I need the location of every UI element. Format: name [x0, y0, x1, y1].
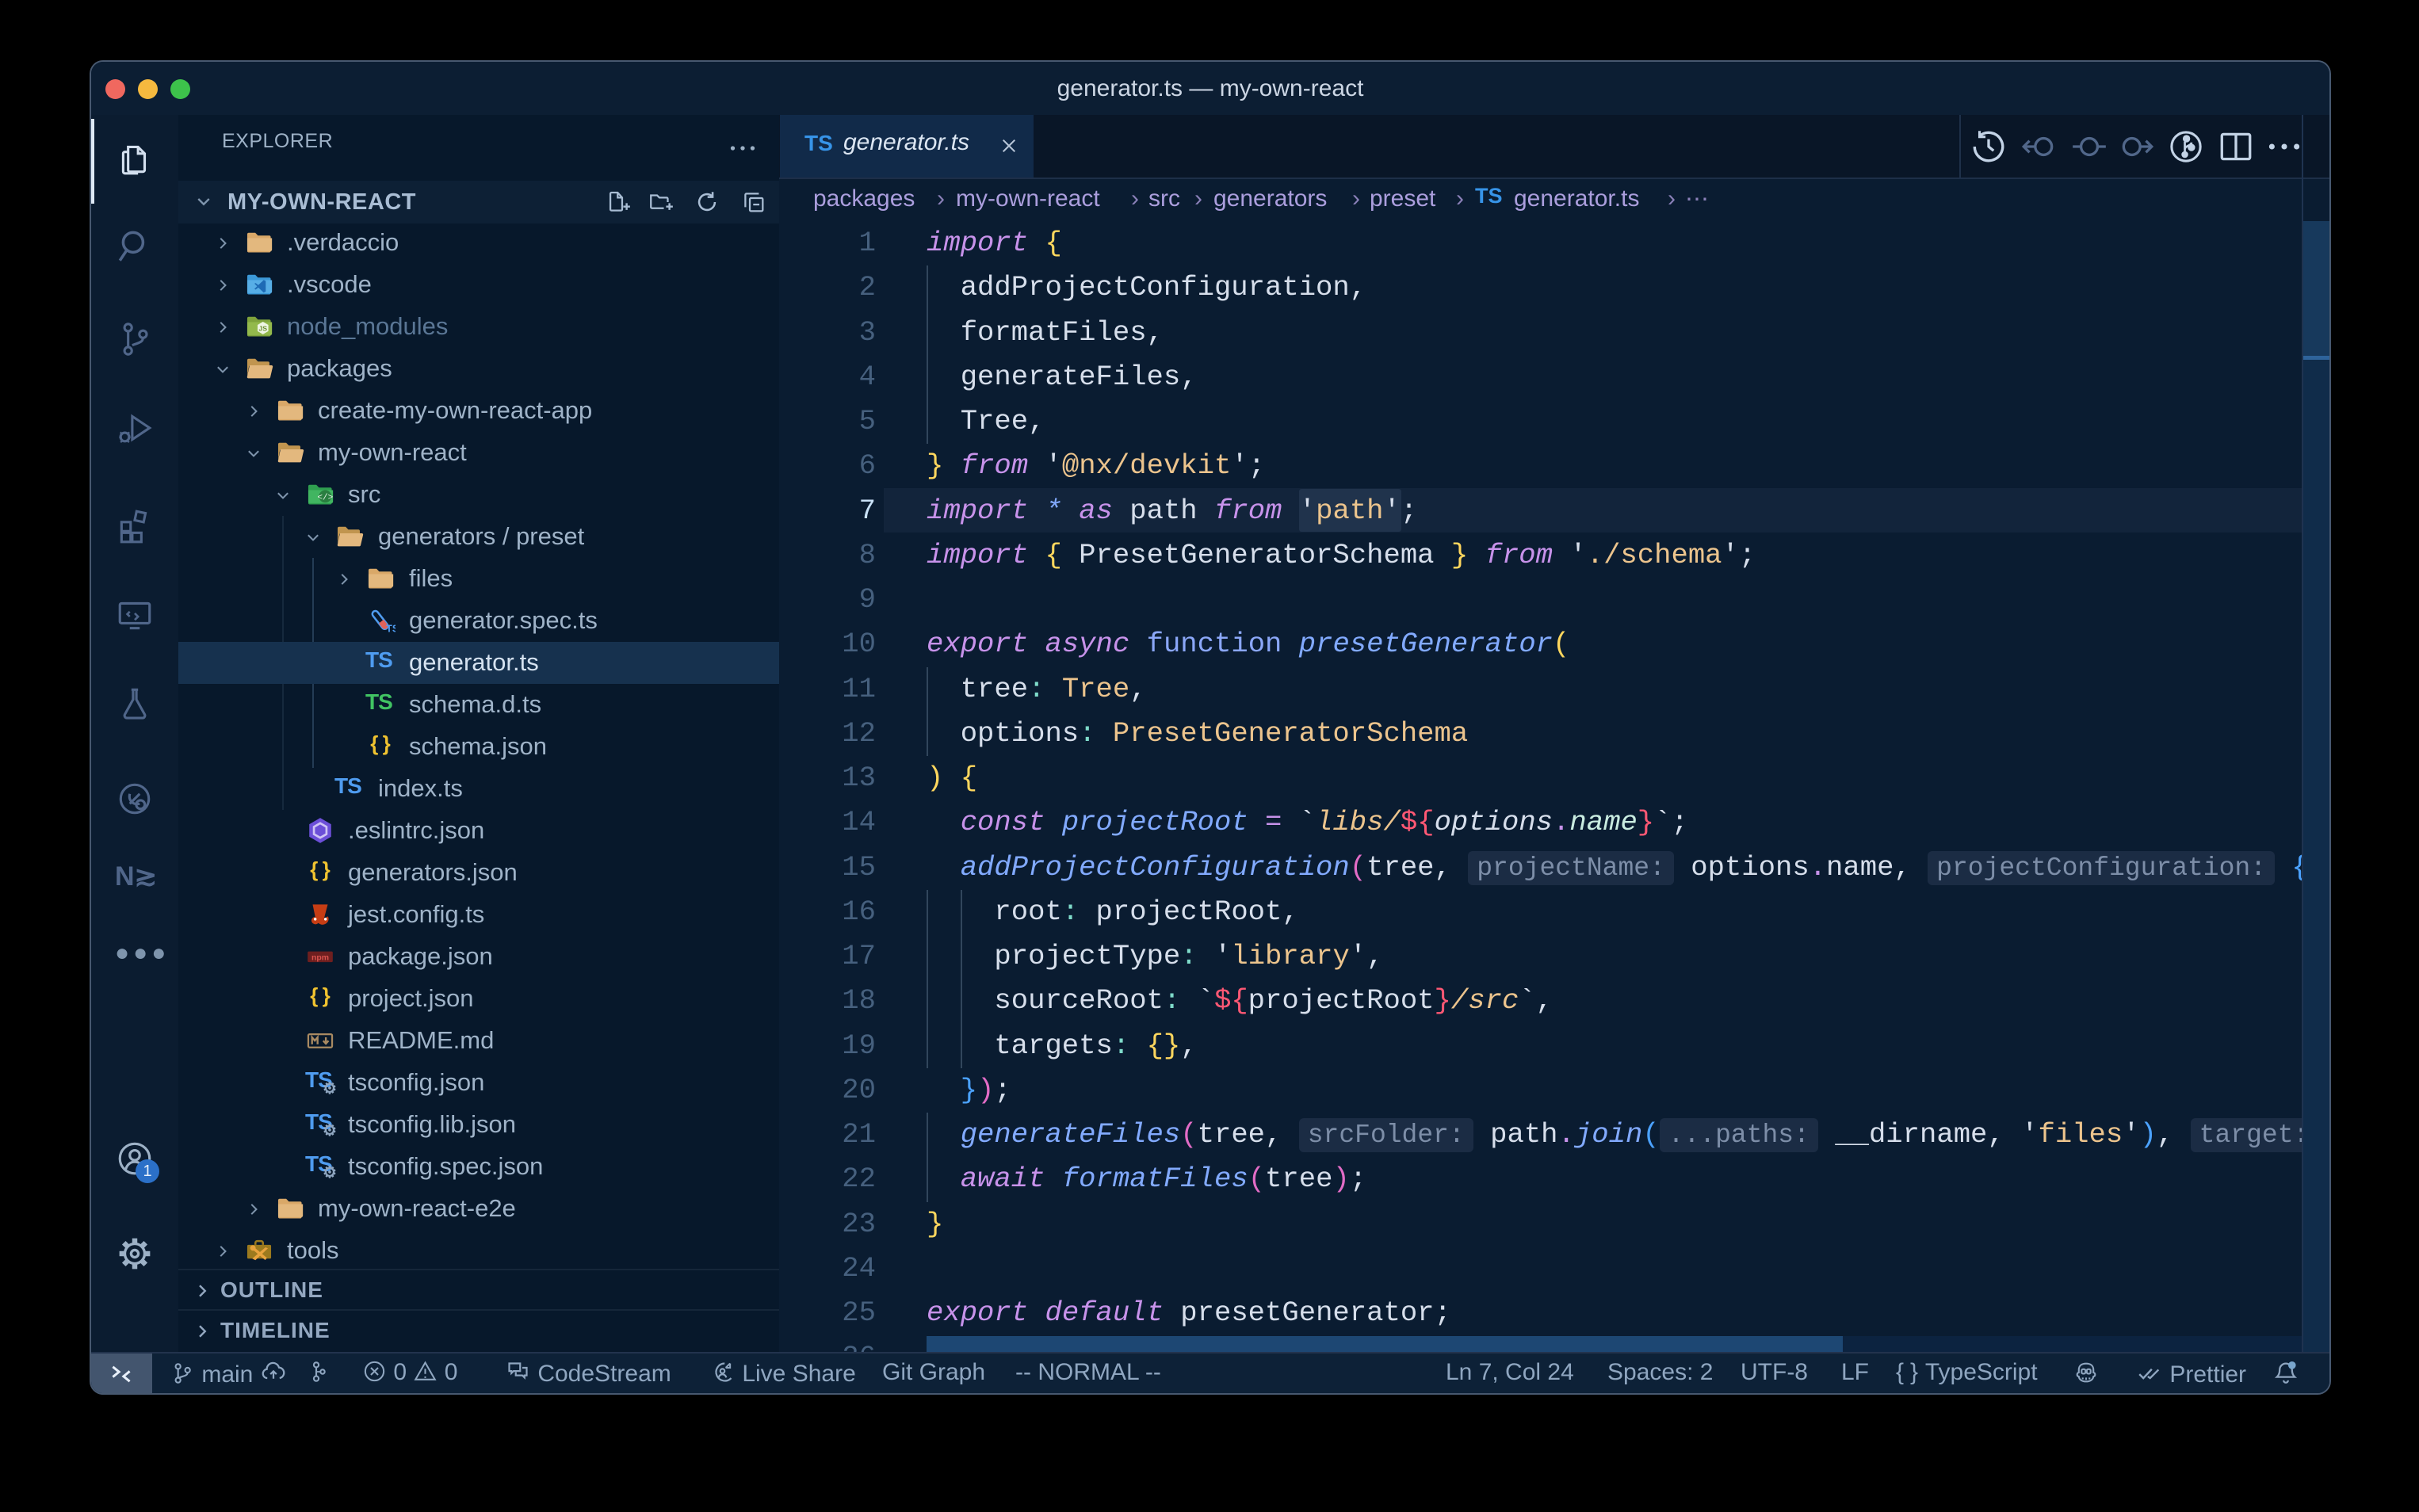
svg-text:</>: </>: [317, 493, 333, 502]
svg-text:JS: JS: [258, 325, 267, 333]
svg-text:npm: npm: [311, 953, 329, 962]
svg-text:TS: TS: [386, 623, 396, 634]
